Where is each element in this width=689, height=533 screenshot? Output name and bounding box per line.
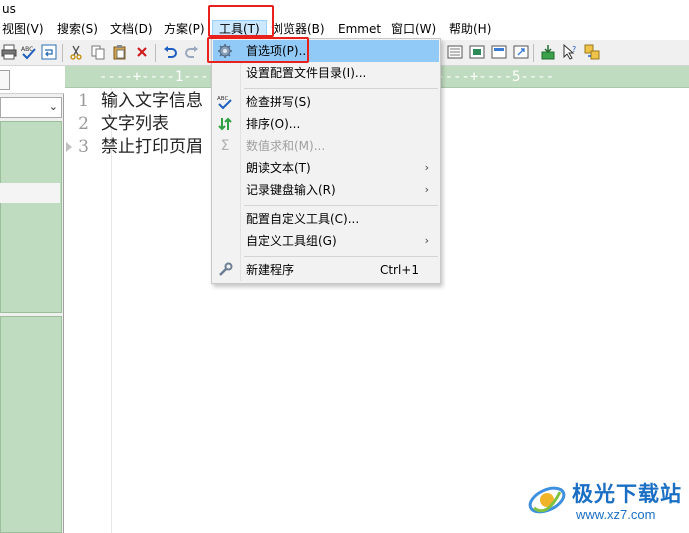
wrench-icon [217, 262, 233, 278]
watermark-url: www.xz7.com [576, 507, 656, 522]
menu-bar: 视图(V) 搜索(S) 文档(D) 方案(P) 工具(T) 浏览器(B) Emm… [0, 20, 689, 40]
menu-item-label: 配置自定义工具(C)... [246, 212, 360, 226]
watermark-logo-icon [528, 486, 566, 514]
redo-icon[interactable] [183, 43, 201, 61]
sort-icon [217, 116, 233, 132]
view-icon[interactable] [446, 43, 464, 61]
menu-item-record-keys[interactable]: 记录键盘输入(R) › [213, 179, 439, 201]
submenu-arrow-icon: › [424, 234, 429, 247]
menu-item-read-aloud[interactable]: 朗读文本(T) › [213, 157, 439, 179]
refresh-icon[interactable] [583, 43, 601, 61]
menu-item-spellcheck[interactable]: ABC 检查拼写(S) [213, 91, 439, 113]
menu-item-label: 设置配置文件目录(I)... [246, 66, 367, 80]
left-panel-tab-area [0, 66, 64, 94]
line-text: 禁止打印页眉 [101, 137, 203, 157]
spellcheck-icon[interactable]: ABC [20, 43, 38, 61]
menu-item-tool-groups[interactable]: 自定义工具组(G) › [213, 230, 439, 252]
undo-icon[interactable] [161, 43, 179, 61]
menu-window[interactable]: 窗口(W) [391, 20, 436, 40]
preferences-highlight [207, 37, 309, 63]
sum-icon: Σ [220, 138, 230, 154]
menu-item-configure-tools[interactable]: 配置自定义工具(C)... [213, 208, 439, 230]
menu-item-label: 新建程序 [246, 263, 295, 277]
line-number: 1 [78, 91, 89, 111]
line-number: 3 [78, 137, 89, 157]
left-lower-panel[interactable] [0, 316, 62, 533]
menu-emmet[interactable]: Emmet [338, 20, 381, 40]
tool-icon[interactable] [539, 43, 557, 61]
menu-separator [244, 256, 438, 257]
chevron-down-icon: ⌄ [48, 100, 58, 113]
tools-menu: 首选项(P)... 设置配置文件目录(I)... ABC 检查拼写(S) 排序(… [211, 38, 441, 284]
help-cursor-icon[interactable]: ? [561, 43, 579, 61]
delete-icon[interactable] [133, 43, 151, 61]
line-text: 输入文字信息 [101, 91, 203, 111]
watermark: 极光下载站 www.xz7.com [526, 476, 686, 528]
view2-icon[interactable] [468, 43, 486, 61]
line-number: 2 [78, 114, 89, 134]
file-list-panel[interactable] [0, 121, 62, 313]
title-bar: us [0, 0, 689, 20]
menu-separator [244, 205, 438, 206]
menu-item-label: 自定义工具组(G) [246, 234, 337, 248]
menu-document[interactable]: 文档(D) [110, 20, 153, 40]
submenu-arrow-icon: › [424, 183, 429, 196]
menu-item-config-dir[interactable]: 设置配置文件目录(I)... [213, 62, 439, 84]
svg-text:ABC: ABC [217, 96, 228, 102]
copy-icon[interactable] [89, 43, 107, 61]
current-line-marker-icon [66, 142, 72, 152]
tools-menu-highlight [208, 5, 274, 37]
menu-item-label: 检查拼写(S) [246, 95, 311, 109]
left-panel-dropdown[interactable]: ⌄ [0, 97, 62, 118]
view3-icon[interactable] [490, 43, 508, 61]
menu-separator [244, 88, 438, 89]
line-text: 文字列表 [101, 114, 169, 134]
menu-search[interactable]: 搜索(S) [57, 20, 98, 40]
menu-item-label: 记录键盘输入(R) [246, 183, 336, 197]
paste-icon[interactable] [111, 43, 129, 61]
menu-item-sum[interactable]: Σ 数值求和(M)... [213, 135, 439, 157]
selected-file-row[interactable] [0, 183, 60, 203]
submenu-arrow-icon: › [424, 161, 429, 174]
print-icon[interactable] [0, 43, 18, 61]
menu-item-label: 排序(O)... [246, 117, 301, 131]
menu-item-shortcut: Ctrl+1 [379, 263, 419, 277]
menu-scheme[interactable]: 方案(P) [164, 20, 205, 40]
wrap-icon[interactable] [40, 43, 58, 61]
menu-view[interactable]: 视图(V) [2, 20, 44, 40]
menu-item-sort[interactable]: 排序(O)... [213, 113, 439, 135]
cut-icon[interactable] [67, 43, 85, 61]
left-panel-tab[interactable] [0, 70, 10, 90]
view4-icon[interactable] [512, 43, 530, 61]
window-title: us [2, 2, 16, 16]
menu-item-label: 朗读文本(T) [246, 161, 311, 175]
svg-text:?: ? [572, 45, 576, 54]
left-panel: ⌄ [0, 66, 64, 533]
spellcheck-icon: ABC [217, 94, 233, 110]
menu-help[interactable]: 帮助(H) [449, 20, 491, 40]
menu-item-label: 数值求和(M)... [246, 139, 326, 153]
menu-item-new-program[interactable]: 新建程序 Ctrl+1 [213, 259, 439, 281]
watermark-name: 极光下载站 [572, 482, 682, 506]
